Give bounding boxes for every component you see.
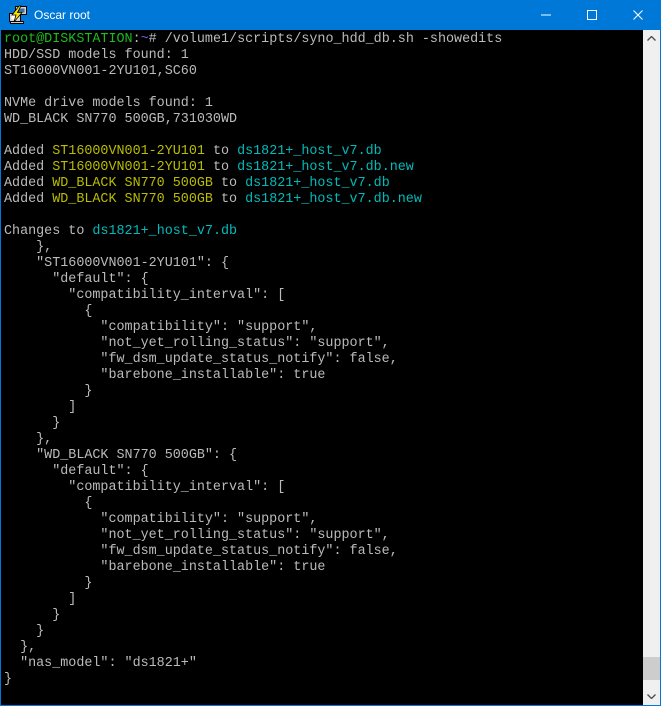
- minimize-icon: [541, 10, 551, 20]
- terminal-line: "ST16000VN001-2YU101": {: [4, 256, 643, 272]
- terminal-line: "compatibility": "support",: [4, 512, 643, 528]
- terminal-line: ]: [4, 592, 643, 608]
- terminal[interactable]: root@DISKSTATION:~# /volume1/scripts/syn…: [1, 30, 643, 705]
- terminal-line: "default": {: [4, 464, 643, 480]
- terminal-line: WD_BLACK SN770 500GB,731030WD: [4, 112, 643, 128]
- terminal-output: root@DISKSTATION:~# /volume1/scripts/syn…: [4, 32, 643, 688]
- terminal-line: "not_yet_rolling_status": "support",: [4, 528, 643, 544]
- terminal-line: "nas_model": "ds1821+": [4, 656, 643, 672]
- terminal-line: Added WD_BLACK SN770 500GB to ds1821+_ho…: [4, 192, 643, 208]
- caption-buttons: [523, 0, 661, 30]
- terminal-line: Added ST16000VN001-2YU101 to ds1821+_hos…: [4, 160, 643, 176]
- terminal-line: [4, 128, 643, 144]
- chevron-down-icon: [647, 694, 656, 699]
- terminal-line: {: [4, 496, 643, 512]
- terminal-line: "compatibility_interval": [: [4, 288, 643, 304]
- terminal-line: "not_yet_rolling_status": "support",: [4, 336, 643, 352]
- terminal-line: root@DISKSTATION:~# /volume1/scripts/syn…: [4, 32, 643, 48]
- terminal-line: "barebone_installable": true: [4, 368, 643, 384]
- terminal-window: Oscar root root@DISKSTATION:~# /volu: [0, 0, 661, 706]
- close-button[interactable]: [615, 0, 661, 30]
- terminal-line: {: [4, 304, 643, 320]
- terminal-line: },: [4, 432, 643, 448]
- terminal-line: Changes to ds1821+_host_v7.db: [4, 224, 643, 240]
- scroll-up-button[interactable]: [643, 30, 660, 47]
- terminal-line: }: [4, 608, 643, 624]
- terminal-line: NVMe drive models found: 1: [4, 96, 643, 112]
- terminal-line: },: [4, 240, 643, 256]
- terminal-line: ]: [4, 400, 643, 416]
- terminal-line: }: [4, 672, 643, 688]
- titlebar[interactable]: Oscar root: [0, 0, 661, 30]
- maximize-icon: [587, 10, 597, 20]
- chevron-up-icon: [647, 36, 656, 41]
- window-title: Oscar root: [34, 8, 523, 22]
- scroll-down-button[interactable]: [643, 688, 660, 705]
- terminal-line: }: [4, 576, 643, 592]
- terminal-line: }: [4, 416, 643, 432]
- terminal-line: "barebone_installable": true: [4, 560, 643, 576]
- terminal-line: "compatibility": "support",: [4, 320, 643, 336]
- maximize-button[interactable]: [569, 0, 615, 30]
- terminal-line: [4, 208, 643, 224]
- scrollbar-thumb[interactable]: [643, 657, 660, 680]
- terminal-line: "default": {: [4, 272, 643, 288]
- terminal-line: },: [4, 640, 643, 656]
- terminal-line: Added WD_BLACK SN770 500GB to ds1821+_ho…: [4, 176, 643, 192]
- vertical-scrollbar[interactable]: [643, 30, 660, 705]
- terminal-line: }: [4, 384, 643, 400]
- terminal-line: "fw_dsm_update_status_notify": false,: [4, 544, 643, 560]
- minimize-button[interactable]: [523, 0, 569, 30]
- terminal-line: HDD/SSD models found: 1: [4, 48, 643, 64]
- terminal-line: "WD_BLACK SN770 500GB": {: [4, 448, 643, 464]
- terminal-line: ST16000VN001-2YU101,SC60: [4, 64, 643, 80]
- terminal-line: "fw_dsm_update_status_notify": false,: [4, 352, 643, 368]
- terminal-line: Added ST16000VN001-2YU101 to ds1821+_hos…: [4, 144, 643, 160]
- terminal-line: }: [4, 624, 643, 640]
- putty-app-icon[interactable]: [8, 5, 28, 25]
- close-icon: [633, 10, 643, 20]
- terminal-line: [4, 80, 643, 96]
- terminal-line: "compatibility_interval": [: [4, 480, 643, 496]
